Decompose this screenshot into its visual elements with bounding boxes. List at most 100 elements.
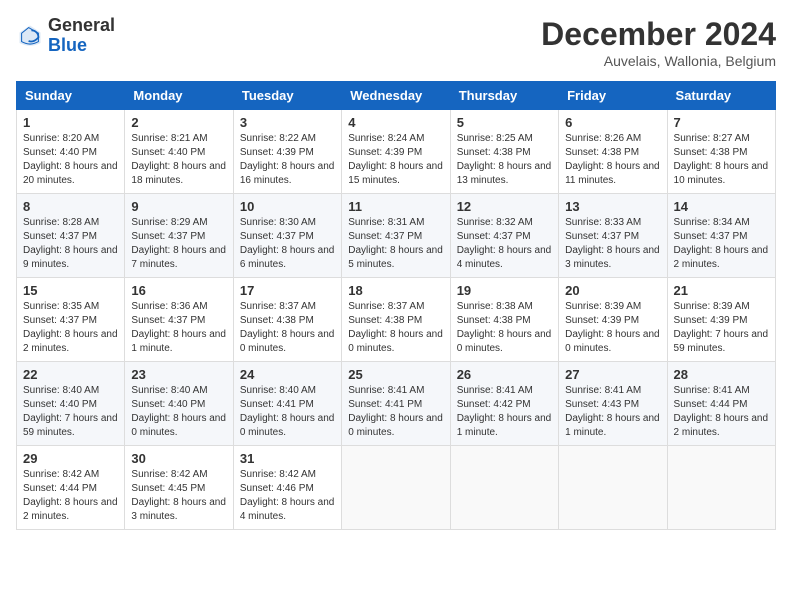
- cell-info: Sunrise: 8:35 AM Sunset: 4:37 PM Dayligh…: [23, 300, 118, 356]
- sunset-text: Sunset: 4:38 PM: [348, 315, 422, 326]
- sunrise-text: Sunrise: 8:40 AM: [240, 385, 316, 396]
- day-number: 7: [674, 115, 769, 130]
- cell-info: Sunrise: 8:39 AM Sunset: 4:39 PM Dayligh…: [674, 300, 769, 356]
- daylight-text: Daylight: 8 hours and 16 minutes.: [240, 161, 335, 186]
- daylight-text: Daylight: 8 hours and 1 minute.: [565, 413, 660, 438]
- sunrise-text: Sunrise: 8:35 AM: [23, 301, 99, 312]
- day-number: 2: [131, 115, 226, 130]
- cell-info: Sunrise: 8:27 AM Sunset: 4:38 PM Dayligh…: [674, 132, 769, 188]
- daylight-text: Daylight: 7 hours and 59 minutes.: [23, 413, 118, 438]
- calendar-cell: 4 Sunrise: 8:24 AM Sunset: 4:39 PM Dayli…: [342, 110, 450, 194]
- calendar-cell: 9 Sunrise: 8:29 AM Sunset: 4:37 PM Dayli…: [125, 194, 233, 278]
- day-of-week-header: Tuesday: [233, 82, 341, 110]
- daylight-text: Daylight: 8 hours and 18 minutes.: [131, 161, 226, 186]
- sunrise-text: Sunrise: 8:32 AM: [457, 217, 533, 228]
- sunset-text: Sunset: 4:40 PM: [131, 147, 205, 158]
- calendar-cell: 8 Sunrise: 8:28 AM Sunset: 4:37 PM Dayli…: [17, 194, 125, 278]
- daylight-text: Daylight: 8 hours and 4 minutes.: [457, 245, 552, 270]
- calendar-cell: 14 Sunrise: 8:34 AM Sunset: 4:37 PM Dayl…: [667, 194, 775, 278]
- cell-info: Sunrise: 8:28 AM Sunset: 4:37 PM Dayligh…: [23, 216, 118, 272]
- logo-text: General Blue: [48, 16, 115, 56]
- day-number: 18: [348, 283, 443, 298]
- calendar-cell: 28 Sunrise: 8:41 AM Sunset: 4:44 PM Dayl…: [667, 362, 775, 446]
- cell-info: Sunrise: 8:37 AM Sunset: 4:38 PM Dayligh…: [348, 300, 443, 356]
- daylight-text: Daylight: 8 hours and 1 minute.: [131, 329, 226, 354]
- sunset-text: Sunset: 4:37 PM: [457, 231, 531, 242]
- sunrise-text: Sunrise: 8:34 AM: [674, 217, 750, 228]
- sunrise-text: Sunrise: 8:36 AM: [131, 301, 207, 312]
- daylight-text: Daylight: 8 hours and 0 minutes.: [348, 413, 443, 438]
- sunrise-text: Sunrise: 8:41 AM: [457, 385, 533, 396]
- calendar-cell: 11 Sunrise: 8:31 AM Sunset: 4:37 PM Dayl…: [342, 194, 450, 278]
- cell-info: Sunrise: 8:29 AM Sunset: 4:37 PM Dayligh…: [131, 216, 226, 272]
- daylight-text: Daylight: 8 hours and 3 minutes.: [131, 497, 226, 522]
- daylight-text: Daylight: 8 hours and 9 minutes.: [23, 245, 118, 270]
- calendar-cell: 10 Sunrise: 8:30 AM Sunset: 4:37 PM Dayl…: [233, 194, 341, 278]
- page-header: General Blue December 2024 Auvelais, Wal…: [16, 16, 776, 69]
- sunset-text: Sunset: 4:40 PM: [23, 147, 97, 158]
- sunrise-text: Sunrise: 8:29 AM: [131, 217, 207, 228]
- day-of-week-header: Wednesday: [342, 82, 450, 110]
- day-of-week-header: Monday: [125, 82, 233, 110]
- cell-info: Sunrise: 8:37 AM Sunset: 4:38 PM Dayligh…: [240, 300, 335, 356]
- logo-blue: Blue: [48, 35, 87, 55]
- sunrise-text: Sunrise: 8:22 AM: [240, 133, 316, 144]
- sunset-text: Sunset: 4:37 PM: [240, 231, 314, 242]
- daylight-text: Daylight: 8 hours and 15 minutes.: [348, 161, 443, 186]
- sunrise-text: Sunrise: 8:41 AM: [348, 385, 424, 396]
- day-number: 22: [23, 367, 118, 382]
- calendar-cell: 23 Sunrise: 8:40 AM Sunset: 4:40 PM Dayl…: [125, 362, 233, 446]
- day-number: 16: [131, 283, 226, 298]
- calendar-cell: 17 Sunrise: 8:37 AM Sunset: 4:38 PM Dayl…: [233, 278, 341, 362]
- cell-info: Sunrise: 8:42 AM Sunset: 4:45 PM Dayligh…: [131, 468, 226, 524]
- calendar-cell: 21 Sunrise: 8:39 AM Sunset: 4:39 PM Dayl…: [667, 278, 775, 362]
- day-number: 23: [131, 367, 226, 382]
- day-of-week-header: Sunday: [17, 82, 125, 110]
- daylight-text: Daylight: 8 hours and 0 minutes.: [348, 329, 443, 354]
- cell-info: Sunrise: 8:38 AM Sunset: 4:38 PM Dayligh…: [457, 300, 552, 356]
- sunset-text: Sunset: 4:37 PM: [23, 231, 97, 242]
- day-number: 31: [240, 451, 335, 466]
- calendar-cell: 6 Sunrise: 8:26 AM Sunset: 4:38 PM Dayli…: [559, 110, 667, 194]
- sunrise-text: Sunrise: 8:27 AM: [674, 133, 750, 144]
- calendar-cell: 12 Sunrise: 8:32 AM Sunset: 4:37 PM Dayl…: [450, 194, 558, 278]
- daylight-text: Daylight: 8 hours and 3 minutes.: [565, 245, 660, 270]
- sunset-text: Sunset: 4:45 PM: [131, 483, 205, 494]
- day-number: 3: [240, 115, 335, 130]
- daylight-text: Daylight: 8 hours and 2 minutes.: [23, 329, 118, 354]
- sunset-text: Sunset: 4:38 PM: [457, 315, 531, 326]
- sunset-text: Sunset: 4:38 PM: [457, 147, 531, 158]
- day-number: 15: [23, 283, 118, 298]
- sunrise-text: Sunrise: 8:20 AM: [23, 133, 99, 144]
- calendar-week-row: 29 Sunrise: 8:42 AM Sunset: 4:44 PM Dayl…: [17, 446, 776, 530]
- sunrise-text: Sunrise: 8:37 AM: [348, 301, 424, 312]
- sunrise-text: Sunrise: 8:31 AM: [348, 217, 424, 228]
- day-number: 17: [240, 283, 335, 298]
- day-number: 29: [23, 451, 118, 466]
- day-number: 6: [565, 115, 660, 130]
- sunset-text: Sunset: 4:37 PM: [674, 231, 748, 242]
- sunset-text: Sunset: 4:38 PM: [674, 147, 748, 158]
- sunset-text: Sunset: 4:41 PM: [240, 399, 314, 410]
- day-number: 4: [348, 115, 443, 130]
- day-number: 14: [674, 199, 769, 214]
- cell-info: Sunrise: 8:41 AM Sunset: 4:42 PM Dayligh…: [457, 384, 552, 440]
- daylight-text: Daylight: 8 hours and 7 minutes.: [131, 245, 226, 270]
- sunset-text: Sunset: 4:38 PM: [240, 315, 314, 326]
- calendar-week-row: 15 Sunrise: 8:35 AM Sunset: 4:37 PM Dayl…: [17, 278, 776, 362]
- sunrise-text: Sunrise: 8:41 AM: [674, 385, 750, 396]
- sunset-text: Sunset: 4:38 PM: [565, 147, 639, 158]
- sunrise-text: Sunrise: 8:40 AM: [131, 385, 207, 396]
- sunset-text: Sunset: 4:44 PM: [23, 483, 97, 494]
- day-number: 13: [565, 199, 660, 214]
- cell-info: Sunrise: 8:21 AM Sunset: 4:40 PM Dayligh…: [131, 132, 226, 188]
- cell-info: Sunrise: 8:42 AM Sunset: 4:44 PM Dayligh…: [23, 468, 118, 524]
- cell-info: Sunrise: 8:39 AM Sunset: 4:39 PM Dayligh…: [565, 300, 660, 356]
- logo-icon: [16, 22, 44, 50]
- sunrise-text: Sunrise: 8:28 AM: [23, 217, 99, 228]
- calendar-cell: 31 Sunrise: 8:42 AM Sunset: 4:46 PM Dayl…: [233, 446, 341, 530]
- day-number: 12: [457, 199, 552, 214]
- cell-info: Sunrise: 8:33 AM Sunset: 4:37 PM Dayligh…: [565, 216, 660, 272]
- cell-info: Sunrise: 8:30 AM Sunset: 4:37 PM Dayligh…: [240, 216, 335, 272]
- daylight-text: Daylight: 8 hours and 6 minutes.: [240, 245, 335, 270]
